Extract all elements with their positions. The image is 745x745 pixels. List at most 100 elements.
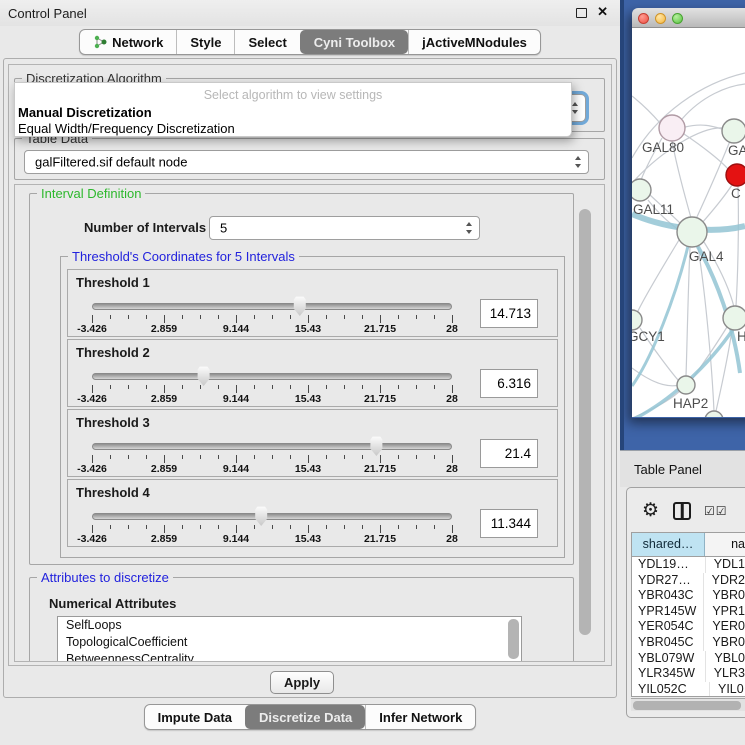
table-row[interactable]: YBL079WYBL0 xyxy=(632,651,745,667)
threshold-slider-track[interactable] xyxy=(92,513,452,520)
table-row[interactable]: YIL052CYIL0 xyxy=(632,682,745,697)
minimize-traffic-light-icon[interactable] xyxy=(655,13,666,24)
slider-tick xyxy=(344,385,345,389)
slider-tick-label: 15.43 xyxy=(295,533,321,545)
attribute-item[interactable]: BetweennessCentrality xyxy=(58,651,521,662)
table-row[interactable]: YDR27…YDR2 xyxy=(632,573,745,589)
attributes-group: Attributes to discretize Numerical Attri… xyxy=(29,577,574,662)
attributes-list-scrollbar[interactable] xyxy=(508,619,519,659)
network-window-titlebar[interactable] xyxy=(632,8,745,28)
table-row[interactable]: YER054CYER0 xyxy=(632,619,745,635)
network-node-H-node[interactable] xyxy=(723,306,745,330)
slider-tick xyxy=(92,455,93,463)
tab-network[interactable]: Network xyxy=(80,30,176,54)
tab-style[interactable]: Style xyxy=(176,30,234,54)
bottom-tab-impute-data[interactable]: Impute Data xyxy=(145,705,245,729)
popup-option-manual-discretization[interactable]: Manual Discretization xyxy=(18,105,568,120)
network-node-GAL4-node[interactable] xyxy=(677,217,707,247)
table-cell[interactable]: YIL0 xyxy=(709,682,745,697)
apply-button[interactable]: Apply xyxy=(270,671,334,694)
network-graph[interactable]: GAL80GACGAL11GAL4GCY1HHAP2 xyxy=(632,28,745,417)
bottom-tab-discretize-data[interactable]: Discretize Data xyxy=(245,705,365,729)
threshold-slider-thumb[interactable] xyxy=(292,296,307,316)
slider-tick-label: 21.715 xyxy=(364,323,396,335)
table-cell[interactable]: YBR0 xyxy=(703,588,745,604)
tab-cyni-toolbox[interactable]: Cyni Toolbox xyxy=(300,30,408,54)
tab-jactivemnodules[interactable]: jActiveMNodules xyxy=(408,30,540,54)
table-row[interactable]: YDL19…YDL1 xyxy=(632,557,745,573)
table-horizontal-scrollbar[interactable] xyxy=(633,701,741,710)
slider-tick-label: 2.859 xyxy=(151,393,177,405)
threshold-value-field[interactable] xyxy=(480,439,538,468)
table-cell[interactable]: YDL1 xyxy=(705,557,745,573)
table-row[interactable]: YBR043CYBR0 xyxy=(632,588,745,604)
slider-tick xyxy=(182,315,183,319)
table-cell[interactable]: YDR27… xyxy=(632,573,703,589)
slider-tick xyxy=(434,315,435,319)
threshold-slider-track[interactable] xyxy=(92,373,452,380)
column-header-shared-name[interactable]: shared… xyxy=(632,533,705,556)
table-data-combobox[interactable]: galFiltered.sif default node xyxy=(24,150,589,174)
table-cell[interactable]: YER054C xyxy=(632,619,703,635)
table-cell[interactable]: YPR145W xyxy=(632,604,703,620)
network-node-GCY1-node[interactable] xyxy=(632,310,642,330)
threshold-value-field[interactable] xyxy=(480,509,538,538)
table-cell[interactable]: YBL079W xyxy=(632,651,705,667)
close-traffic-light-icon[interactable] xyxy=(638,13,649,24)
network-node-red-node[interactable] xyxy=(726,164,745,186)
slider-tick-label: 9.144 xyxy=(223,533,249,545)
table-panel-toolbar: ⚙ ☑☑ xyxy=(626,495,745,529)
threshold-slider-thumb[interactable] xyxy=(254,506,269,526)
network-node-clipped-node-bottom[interactable] xyxy=(705,411,723,417)
column-layout-icon[interactable] xyxy=(673,502,691,520)
bottom-tab-infer-network[interactable]: Infer Network xyxy=(365,705,475,729)
table-cell[interactable]: YPR1 xyxy=(703,604,745,620)
node-attribute-table: shared… na YDL19…YDL1YDR27…YDR2YBR043CYB… xyxy=(631,532,745,697)
slider-tick xyxy=(236,315,237,323)
top-tabbar: NetworkStyleSelectCyni ToolboxjActiveMNo… xyxy=(0,29,620,57)
slider-tick-label: 2.859 xyxy=(151,533,177,545)
network-node-clipped-node-top-right[interactable] xyxy=(722,119,745,143)
table-row[interactable]: YPR145WYPR1 xyxy=(632,604,745,620)
table-row[interactable]: YBR045CYBR0 xyxy=(632,635,745,651)
table-cell[interactable]: YER0 xyxy=(703,619,745,635)
network-canvas[interactable]: GAL80GACGAL11GAL4GCY1HHAP2 xyxy=(632,28,745,417)
table-cell[interactable]: YBR043C xyxy=(632,588,703,604)
settings-vertical-scrollbar[interactable] xyxy=(579,209,591,635)
slider-tick xyxy=(362,315,363,319)
network-node-GAL80-node[interactable] xyxy=(659,115,685,141)
network-node-HAP2-node[interactable] xyxy=(677,376,695,394)
slider-tick xyxy=(308,525,309,533)
table-cell[interactable]: YIL052C xyxy=(632,682,709,697)
threshold-slider-thumb[interactable] xyxy=(369,436,384,456)
table-cell[interactable]: YLR345W xyxy=(632,666,705,682)
zoom-traffic-light-icon[interactable] xyxy=(672,13,683,24)
attribute-item[interactable]: TopologicalCoefficient xyxy=(58,634,521,651)
table-cell[interactable]: YDL19… xyxy=(632,557,705,573)
threshold-value-field[interactable] xyxy=(480,299,538,328)
table-cell[interactable]: YDR2 xyxy=(703,573,745,589)
column-header-name[interactable]: na xyxy=(705,533,745,556)
numerical-attributes-list[interactable]: SelfLoopsTopologicalCoefficientBetweenne… xyxy=(57,616,522,662)
threshold-slider-track[interactable] xyxy=(92,443,452,450)
network-node-GAL11-node[interactable] xyxy=(632,179,651,201)
network-window[interactable]: GAL80GACGAL11GAL4GCY1HHAP2 xyxy=(632,8,745,418)
gear-icon[interactable]: ⚙ xyxy=(642,499,659,522)
table-row[interactable]: YLR345WYLR3 xyxy=(632,666,745,682)
number-of-intervals-combobox[interactable]: 5 xyxy=(209,216,480,240)
threshold-slider-thumb[interactable] xyxy=(196,366,211,386)
table-cell[interactable]: YLR3 xyxy=(705,666,745,682)
slider-tick xyxy=(326,315,327,319)
float-window-icon[interactable] xyxy=(576,8,587,18)
table-cell[interactable]: YBR045C xyxy=(632,635,703,651)
select-columns-icon[interactable]: ☑☑ xyxy=(704,504,728,518)
slider-tick xyxy=(128,455,129,459)
table-cell[interactable]: YBL0 xyxy=(705,651,745,667)
threshold-value-field[interactable] xyxy=(480,369,538,398)
attribute-item[interactable]: SelfLoops xyxy=(58,617,521,634)
table-cell[interactable]: YBR0 xyxy=(703,635,745,651)
threshold-slider-track[interactable] xyxy=(92,303,452,310)
popup-option-equal-width-frequency[interactable]: Equal Width/Frequency Discretization xyxy=(18,121,568,136)
close-icon[interactable]: ✕ xyxy=(597,4,608,20)
tab-select[interactable]: Select xyxy=(234,30,299,54)
